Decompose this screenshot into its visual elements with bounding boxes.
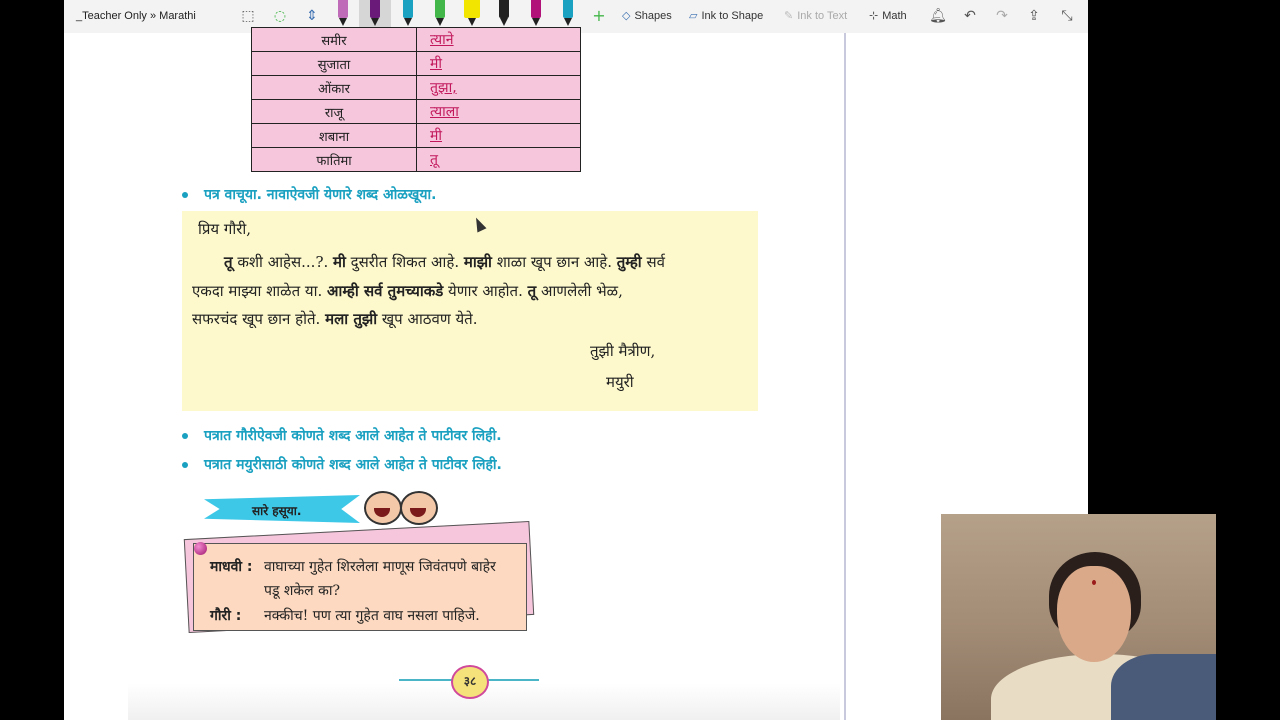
breadcrumb[interactable]: _Teacher Only » Marathi xyxy=(76,10,196,22)
pen-tool-3[interactable] xyxy=(401,0,415,28)
table-row: राजू त्याला xyxy=(251,99,581,124)
presenter-bindi xyxy=(1092,580,1096,585)
word-cell: त्याने xyxy=(416,27,581,52)
name-cell: समीर xyxy=(251,27,417,52)
shapes-icon: ◇ xyxy=(622,10,631,22)
name-cell: फातिमा xyxy=(251,147,417,172)
joke-line-1b: पडू शकेल का? xyxy=(264,583,340,599)
pushpin-icon xyxy=(194,542,207,555)
joke-card: माधवी : वाघाच्या गुहेत शिरलेला माणूस जिव… xyxy=(193,543,527,631)
shapes-button[interactable]: ◇ Shapes xyxy=(622,9,672,22)
letter-signature: मयुरी xyxy=(606,373,634,391)
lasso-select-icon[interactable]: ⬚ xyxy=(238,6,258,26)
joke-line-2: नक्कीच! पण त्या गुहेत वाघ नसला पाहिजे. xyxy=(264,608,480,624)
bullet-dot xyxy=(182,462,188,468)
joke-speaker-1: माधवी : xyxy=(210,559,253,575)
ink-to-text-button[interactable]: ✎ Ink to Text xyxy=(784,9,847,22)
letter-line-1: तू कशी आहेस...?. मी दुसरीत शिकत आहे. माझ… xyxy=(224,253,665,271)
pen-tool-2[interactable] xyxy=(368,0,382,28)
ink-to-text-icon: ✎ xyxy=(784,10,794,22)
table-row: शबाना मी xyxy=(251,123,581,148)
ink-to-shape-icon: ▱ xyxy=(689,10,698,22)
joke-speaker-2: गौरी : xyxy=(210,608,242,624)
bullet-dot xyxy=(182,192,188,198)
math-icon: ⊹ xyxy=(869,10,879,22)
pen-tool-4[interactable] xyxy=(433,0,447,28)
section-banner: सारे हसूया. xyxy=(204,495,360,523)
add-pen-plus-icon[interactable]: + xyxy=(589,6,609,26)
letter-line-3: सफरचंद खूप छान होते. मला तुझी खूप आठवण य… xyxy=(192,310,478,328)
insert-space-icon[interactable]: ⇕ xyxy=(302,6,322,26)
word-cell: मी xyxy=(416,123,581,148)
laughing-faces-icon xyxy=(358,485,444,525)
ink-to-shape-button[interactable]: ▱ Ink to Shape xyxy=(689,9,763,22)
redo-icon[interactable]: ↷ xyxy=(992,6,1012,26)
undo-icon[interactable]: ↶ xyxy=(960,6,980,26)
joke-line-1: वाघाच्या गुहेत शिरलेला माणूस जिवंतपणे बा… xyxy=(264,559,496,575)
add-space-icon[interactable]: ◌ xyxy=(270,6,290,26)
table-row: फातिमा तू xyxy=(251,147,581,172)
names-table: समीर त्याने सुजाता मी ओंकार तुझा, राजू त्याल… xyxy=(251,27,581,172)
bullet-dot xyxy=(182,433,188,439)
table-row: सुजाता मी xyxy=(251,51,581,76)
math-button[interactable]: ⊹ Math xyxy=(869,9,907,22)
table-row: ओंकार तुझा, xyxy=(251,75,581,100)
highlighter-tool[interactable] xyxy=(464,0,480,28)
letter-line-2: एकदा माझ्या शाळेत या. आम्ही सर्व तुमच्या… xyxy=(192,282,623,300)
name-cell: शबाना xyxy=(251,123,417,148)
pen-tool-1[interactable] xyxy=(336,0,350,28)
letter-salutation: प्रिय गौरी, xyxy=(198,220,252,238)
word-cell: त्याला xyxy=(416,99,581,124)
name-cell: सुजाता xyxy=(251,51,417,76)
share-icon[interactable]: ⇪ xyxy=(1024,6,1044,26)
instruction-gauri-words: पत्रात गौरीऐवजी कोणते शब्द आले आहेत ते प… xyxy=(182,426,502,445)
textbook-page: समीर त्याने सुजाता मी ओंकार तुझा, राजू त्याल… xyxy=(64,27,844,720)
letter-closing: तुझी मैत्रीण, xyxy=(590,342,656,360)
page-number: ३८ xyxy=(451,665,489,699)
collapse-icon[interactable]: ⤡ xyxy=(1057,6,1077,26)
page-number-ornament: ३८ xyxy=(399,663,539,699)
word-cell: तुझा, xyxy=(416,75,581,100)
instruction-read-letter: पत्र वाचूया. नावाऐवजी येणारे शब्द ओळखूया… xyxy=(182,185,436,204)
pen-tool-7[interactable] xyxy=(561,0,575,28)
face-right xyxy=(400,491,438,525)
letter-box: प्रिय गौरी, तू कशी आहेस...?. मी दुसरीत श… xyxy=(182,211,758,411)
bell-icon[interactable]: 🔔︎ xyxy=(928,6,948,26)
word-cell: तू xyxy=(416,147,581,172)
pen-tool-5[interactable] xyxy=(497,0,511,28)
name-cell: राजू xyxy=(251,99,417,124)
onenote-window: _Teacher Only » Marathi ⬚ ◌ ⇕ + ◇ Shapes … xyxy=(64,0,1088,720)
webcam-overlay xyxy=(941,514,1216,720)
face-left xyxy=(364,491,402,525)
name-cell: ओंकार xyxy=(251,75,417,100)
word-cell: मी xyxy=(416,51,581,76)
pen-tool-6[interactable] xyxy=(529,0,543,28)
instruction-mayuri-words: पत्रात मयुरीसाठी कोणते शब्द आले आहेत ते … xyxy=(182,455,502,474)
presenter-saree xyxy=(1111,654,1216,720)
table-row: समीर त्याने xyxy=(251,27,581,52)
